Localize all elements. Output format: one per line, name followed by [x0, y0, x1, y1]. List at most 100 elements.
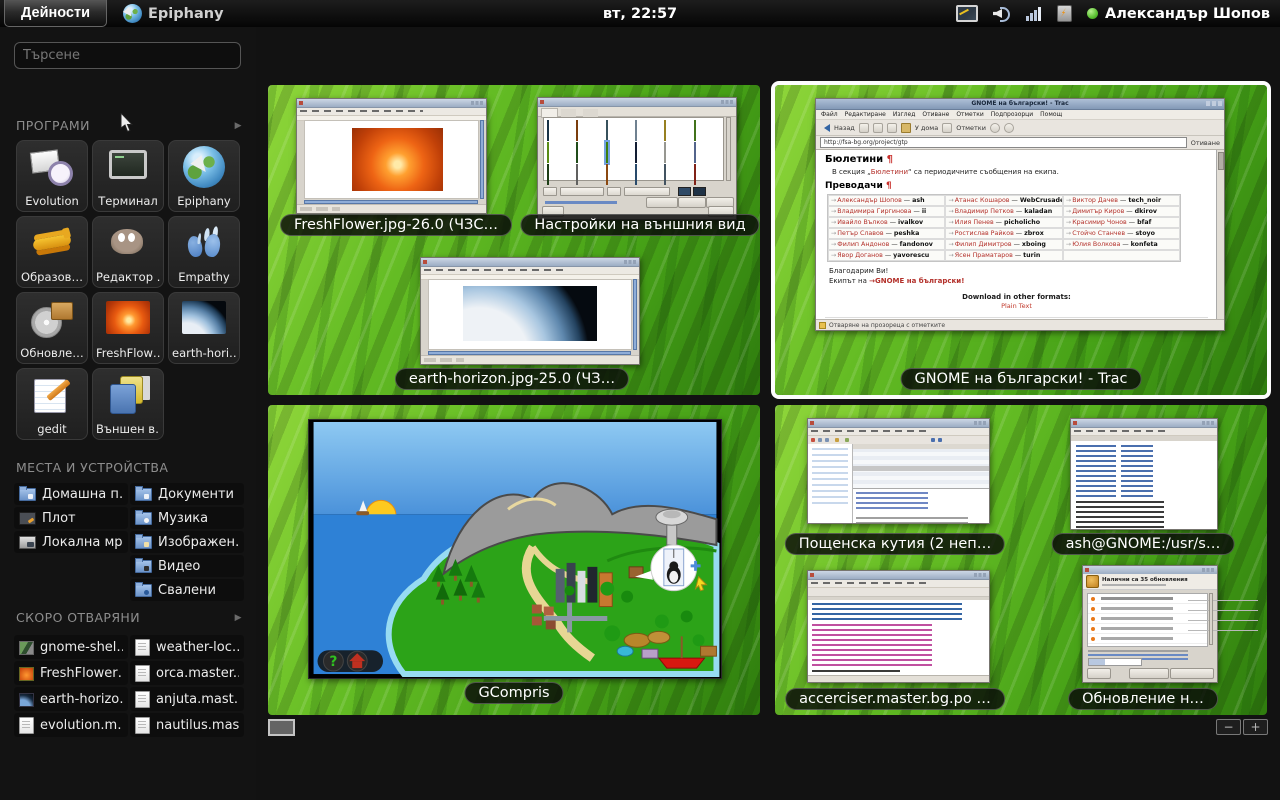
bookmarks-icon[interactable] [942, 123, 952, 133]
app-menu[interactable]: Epiphany [123, 4, 224, 23]
place-item[interactable]: Свалени [130, 579, 244, 601]
translator-name-link[interactable]: Ясен Праматаров [948, 252, 1012, 259]
app-tile[interactable]: Образов… [16, 216, 88, 288]
reload-icon[interactable] [887, 123, 897, 133]
scrollbar[interactable] [1216, 150, 1224, 319]
recent-item[interactable]: gnome-shel… [14, 635, 128, 659]
menu-item[interactable]: Подпрозорци [991, 111, 1033, 118]
remove-workspace-button[interactable]: − [1216, 719, 1241, 735]
window-gimp-freshflower[interactable] [296, 98, 487, 214]
workspace-1[interactable]: FreshFlower.jpg-26.0 (ЧЗС… Настройки на … [268, 85, 760, 395]
red-boat[interactable] [659, 658, 705, 668]
translator-name-link[interactable]: Петър Славов [831, 230, 884, 237]
window-software-updates[interactable]: Налични са 35 обновления [1082, 565, 1218, 683]
translator-name-link[interactable]: Владимир Петков [948, 208, 1013, 215]
search-input[interactable] [14, 42, 241, 69]
window-epiphany-trac[interactable]: GNOME на български! - Trac ФайлРедактира… [815, 98, 1225, 331]
home-button-label[interactable]: У дома [915, 124, 938, 132]
workspace-4[interactable]: Пощенска кутия (2 неп… ash@GNOME:/usr/s…… [775, 405, 1267, 715]
translator-name-link[interactable]: Александър Шопов [831, 197, 902, 204]
plain-text-link[interactable]: Plain Text [825, 302, 1208, 310]
translator-name-link[interactable]: Явор Доганов [831, 252, 883, 259]
install-updates-button[interactable] [1170, 668, 1214, 679]
menu-item[interactable]: Изглед [893, 111, 916, 118]
window-po-editor[interactable] [807, 570, 990, 683]
zoom-out-icon[interactable] [1004, 123, 1014, 133]
wallpaper-thumb[interactable] [664, 142, 666, 163]
network-signal-icon[interactable] [1026, 7, 1042, 21]
place-item[interactable]: Изображен… [130, 531, 244, 553]
user-menu[interactable]: Александър Шопов [1087, 6, 1270, 22]
menu-item[interactable]: Отметки [956, 111, 983, 118]
home-icon[interactable] [901, 123, 911, 133]
window-gcompris[interactable]: ? [308, 419, 722, 679]
translator-name-link[interactable]: Стойчо Станчев [1066, 230, 1125, 237]
place-item[interactable]: Локална мр… [14, 531, 128, 553]
app-tile[interactable]: Обновле… [16, 292, 88, 364]
updates-list[interactable] [1087, 593, 1208, 647]
window-gimp-earth-horizon[interactable] [420, 257, 640, 365]
url-input[interactable]: http://fsa-bg.org/project/gtp [820, 137, 1187, 148]
translator-name-link[interactable]: Юлия Волкова [1066, 241, 1120, 248]
wallpaper-thumb[interactable] [576, 120, 578, 141]
programs-expand-icon[interactable]: ▶ [235, 121, 242, 131]
app-tile[interactable]: Терминал [92, 140, 164, 212]
translator-name-link[interactable]: Виктор Дачев [1066, 197, 1118, 204]
recent-item[interactable]: earth-horizo… [14, 687, 128, 711]
wallpaper-thumb[interactable] [576, 164, 578, 185]
window-evolution-inbox[interactable] [807, 418, 990, 524]
get-more-link[interactable] [545, 201, 617, 204]
menu-item[interactable]: Редактиране [845, 111, 886, 118]
back-button-label[interactable]: Назад [834, 124, 855, 132]
app-tile[interactable]: Empathy [168, 216, 240, 288]
wallpaper-thumb[interactable] [606, 164, 608, 185]
translator-name-link[interactable]: Ростислав Райков [948, 230, 1013, 237]
menu-item[interactable]: Файл [821, 111, 838, 118]
home-button[interactable] [347, 651, 367, 671]
wallpaper-thumb[interactable] [664, 164, 666, 185]
translator-name-link[interactable]: Димитър Киров [1066, 208, 1124, 215]
display-icon[interactable] [956, 5, 978, 22]
forward-icon[interactable] [859, 123, 869, 133]
wallpaper-thumb[interactable] [635, 120, 637, 141]
bulletins-link[interactable]: Бюлетини [871, 168, 908, 176]
wallpaper-thumb[interactable] [694, 142, 696, 163]
wallpaper-thumb[interactable] [635, 142, 637, 163]
pond[interactable] [624, 633, 650, 647]
wallpaper-thumb[interactable] [576, 142, 578, 163]
app-tile[interactable]: Epiphany [168, 140, 240, 212]
translator-name-link[interactable]: Атанас Кошаров [948, 197, 1009, 204]
help-button[interactable] [1087, 668, 1111, 679]
workspace-indicator[interactable] [268, 719, 295, 736]
wallpaper-thumb[interactable] [664, 120, 666, 141]
recent-item[interactable]: FreshFlower… [14, 661, 128, 685]
menu-item[interactable]: Помощ [1040, 111, 1062, 118]
restore-button[interactable] [646, 197, 678, 208]
translator-name-link[interactable]: Филип Андонов [831, 241, 889, 248]
translator-name-link[interactable]: Красимир Чонов [1066, 219, 1127, 226]
window-terminal[interactable] [1070, 418, 1218, 530]
workspace-2-active[interactable]: GNOME на български! - Trac ФайлРедактира… [775, 85, 1267, 395]
place-item[interactable]: Плот [14, 507, 128, 529]
app-tile[interactable]: Evolution [16, 140, 88, 212]
wallpaper-thumb[interactable] [694, 164, 696, 185]
wallpaper-thumb[interactable] [547, 142, 549, 163]
go-button[interactable]: Отиване [1191, 139, 1220, 147]
place-item[interactable]: Музика [130, 507, 244, 529]
add-workspace-button[interactable]: + [1243, 719, 1268, 735]
menu-item[interactable]: Отиване [922, 111, 949, 118]
app-tile[interactable]: Редактор … [92, 216, 164, 288]
unselect-all-button[interactable] [1129, 668, 1169, 679]
place-item[interactable]: Домашна п… [14, 483, 128, 505]
recent-item[interactable]: nautilus.mas… [130, 713, 244, 737]
recent-item[interactable]: anjuta.mast… [130, 687, 244, 711]
volume-icon[interactable] [993, 6, 1011, 21]
window-appearance-preferences[interactable] [537, 97, 737, 220]
wallpaper-thumb[interactable] [635, 164, 637, 185]
gnome-bg-link[interactable]: →GNOME на български! [869, 277, 964, 285]
app-tile[interactable]: Външен в… [92, 368, 164, 440]
recent-item[interactable]: weather-loc… [130, 635, 244, 659]
remove-button[interactable] [678, 197, 706, 208]
zoom-in-icon[interactable] [990, 123, 1000, 133]
app-tile[interactable]: earth-hori… [168, 292, 240, 364]
